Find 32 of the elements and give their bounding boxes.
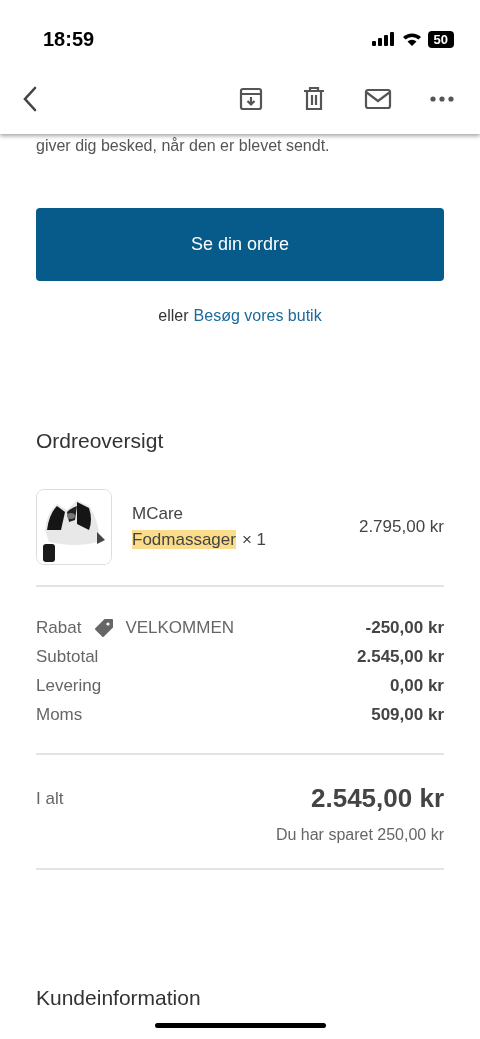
product-quantity: × 1 (241, 530, 267, 549)
wifi-icon (401, 32, 422, 46)
product-price: 2.795,00 kr (358, 517, 444, 537)
summary-label: Levering (36, 675, 102, 696)
savings-text: Du har sparet 250,00 kr (274, 826, 444, 844)
discount-code: VELKOMMEN (125, 617, 234, 638)
product-brand: MCare (132, 503, 184, 525)
or-text: eller (158, 307, 189, 325)
product-name: Fodmassager (132, 530, 236, 549)
view-order-button[interactable]: Se din ordre (36, 208, 444, 281)
more-icon[interactable] (430, 96, 454, 102)
battery-level: 50 (427, 30, 454, 48)
summary-label: Moms (36, 704, 83, 725)
message-text: giver dig besked, når den er blevet sendt. (36, 136, 331, 156)
archive-icon[interactable] (238, 86, 264, 112)
trash-icon[interactable] (302, 86, 326, 112)
status-time: 18:59 (43, 27, 95, 51)
tag-icon (93, 616, 116, 639)
summary-label: Subtotal (36, 646, 99, 667)
mail-icon[interactable] (364, 88, 392, 110)
summary-label: Rabat (36, 617, 82, 638)
signal-icon (371, 32, 396, 46)
total-label: I alt (36, 788, 64, 809)
summary-value: 0,00 kr (390, 675, 444, 696)
visit-store-link[interactable]: Besøg vores butik (193, 307, 322, 325)
summary-value: 509,00 kr (371, 704, 444, 725)
customer-info-heading: Kundeinformation (36, 986, 202, 1010)
order-summary-heading: Ordreoversigt (36, 429, 165, 453)
summary-value: -250,00 kr (365, 617, 444, 638)
total-value: 2.545,00 kr (311, 783, 444, 814)
summary-value: 2.545,00 kr (357, 646, 444, 667)
back-icon[interactable] (22, 86, 38, 112)
